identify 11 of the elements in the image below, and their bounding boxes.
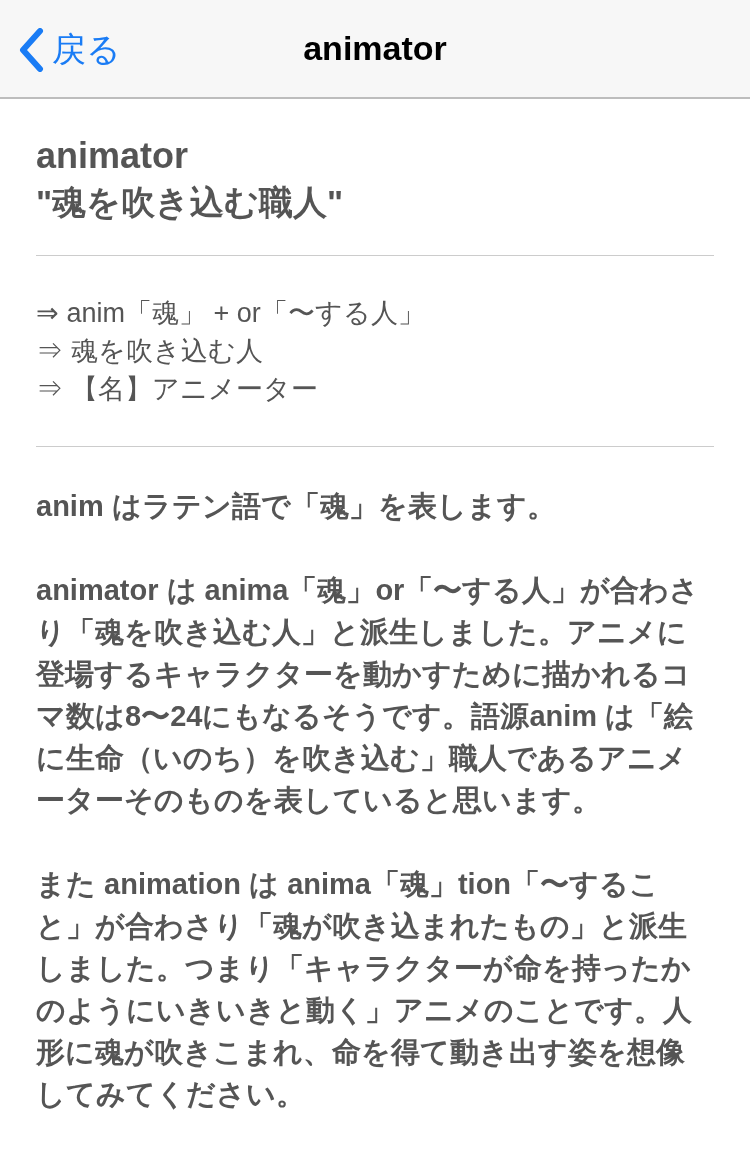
back-button[interactable]: 戻る	[18, 24, 121, 75]
explanation-paragraph: animator は anima「魂」or「〜する人」が合わさり「魂を吹き込む人」と派生しました。アニメに登場するキャラクターを動かすために描かれるコマ数は8〜24にもなるそうです。語源anim は「絵に生命（いのち）を吹き込む」職人であるアニメーターそのものを表していると思います。	[36, 573, 701, 818]
etymology-line: ⇒ 【名】アニメーター	[36, 373, 319, 406]
chevron-left-icon	[18, 27, 44, 72]
page-title: animator	[303, 28, 447, 69]
explanation-paragraph: また animation は anima「魂」tion「〜すること」が合わさり「魂が吹き込まれたもの」と派生しました。つまり「キャラクターが命を持ったかのようにいきいきと動く」アニメのことです。人形に魂が吹きこまれ、命を得て動き出す姿を想像してみてください。	[36, 867, 693, 1112]
etymology-line: ⇒ anim「魂」 + or「〜する人」	[36, 297, 426, 330]
word-heading: animator	[36, 134, 190, 178]
word-meaning: "魂を吹き込む職人"	[36, 182, 345, 223]
explanation-paragraph: anim はラテン語で「魂」を表します。	[36, 489, 557, 524]
etymology-line: ⇒ 魂を吹き込む人	[36, 335, 264, 368]
